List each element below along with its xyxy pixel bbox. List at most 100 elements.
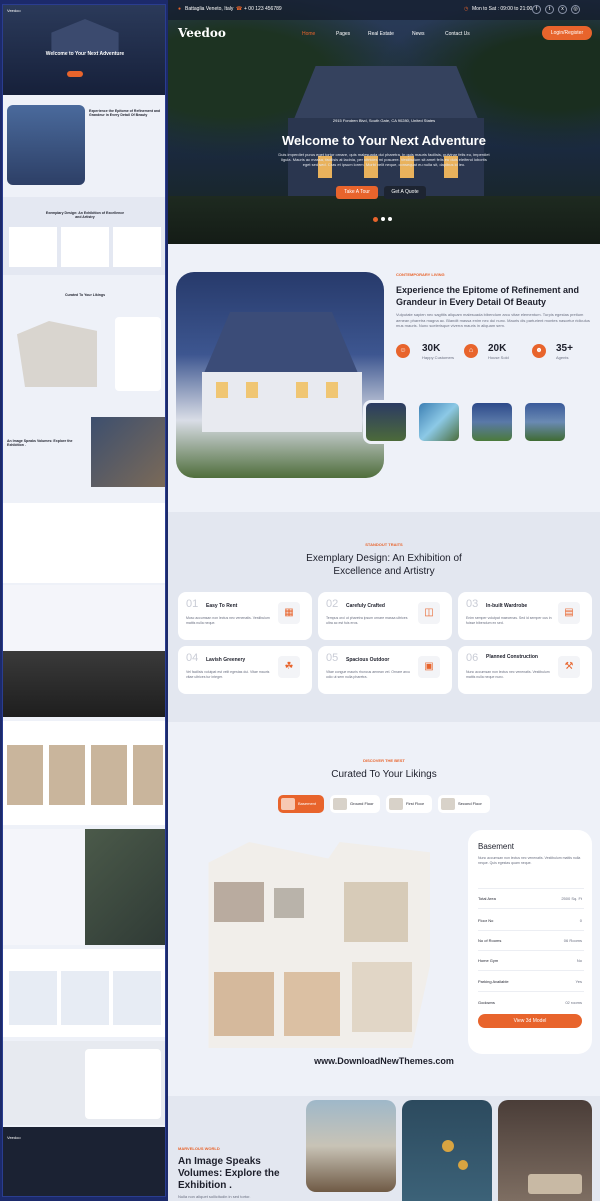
stat-label: Happy Customers [422,355,455,360]
main-preview: ● Battaglia Veneto, Italy ☎ + 00 123 456… [168,0,600,1201]
curated-title: Curated To Your Likings [331,769,437,780]
rent-sign-icon: ▦ [278,602,300,624]
floor-plan-room [274,888,304,918]
stat-value: 30K [422,343,441,354]
house-window [216,382,228,398]
about-section: CONTEMPORARY LIVING Experience the Epito… [168,244,600,512]
floor-thumb-icon [281,798,295,810]
divider [478,930,584,931]
view-3d-model-button[interactable]: View 3d Model [478,1014,582,1028]
divider [478,888,584,889]
login-register-button[interactable]: Login/Register [542,26,592,40]
divider [478,950,584,951]
about-thumb-2[interactable] [416,400,462,444]
floor-plan-image [204,842,430,1048]
floor-thumb-icon [389,798,403,810]
thumb-gallery-images [91,417,165,487]
spec-value: 06 Rooms [563,938,582,943]
thumb-kitchen-banner [3,651,165,717]
tab-basement[interactable]: Basement [278,795,324,813]
location-icon: ● [178,6,182,12]
tab-label: Ground Floor [350,801,374,806]
thumb-house [51,19,119,53]
thumb-news-cards [9,971,161,1025]
trait-text: Enim semper volutpat maecenas. Sed id se… [466,616,552,625]
trait-card[interactable]: 02 Carefuly Crafted Tempus orci ut phare… [318,592,452,640]
thumb-room-cards [7,745,163,805]
floor-info-card: Basement Nunc accumsan non lectus nec ve… [468,830,592,1054]
gallery-image-interior[interactable] [402,1100,492,1201]
get-a-quote-button[interactable]: Get A Quote [384,186,426,199]
pendant-lamp [442,1140,454,1152]
thumb-contact-form [85,1049,161,1119]
slider-dot-active[interactable] [373,217,378,222]
about-house-image [176,272,384,478]
logo[interactable]: Veedoo [178,26,226,40]
gallery-text: Nulla non aliquet sollicitudin in sed to… [178,1194,251,1199]
facebook-icon[interactable]: f [532,5,541,14]
floor-plan-room [284,972,340,1036]
slider-dot[interactable] [388,217,392,221]
tab-second-floor[interactable]: Second Floor [438,795,490,813]
trait-title: Carefuly Crafted [346,603,385,609]
tab-first-floor[interactable]: First Floor [386,795,432,813]
nav-home[interactable]: Home [302,31,315,37]
instagram-icon[interactable]: ◎ [571,5,580,14]
hero-address: 2915 Fondren Blvd, South Gate, CA 90280,… [332,118,436,123]
trait-card[interactable]: 03 In-built Wardrobe Enim semper volutpa… [458,592,592,640]
nav-news[interactable]: News [412,31,425,37]
trait-card[interactable]: 04 Lavish Greenery Vel facilisis volutpa… [178,646,312,694]
house-window [246,382,258,398]
crafted-door-icon: ◫ [418,602,440,624]
sofa [528,1174,582,1194]
gallery-section: MARVELOUS WORLD An Image Speaks Volumes:… [168,1096,600,1201]
house-roof [204,312,358,372]
slider-dot[interactable] [381,217,385,221]
gallery-image-living-room[interactable] [498,1100,592,1201]
thumb-logo: Veedoo [7,8,21,13]
take-a-tour-button[interactable]: Take A Tour [336,186,378,199]
about-thumb-3[interactable] [469,400,515,444]
floor-plan-room [352,962,412,1032]
x-icon[interactable]: x [558,5,567,14]
watermark-text: www.DownloadNewThemes.com [314,1056,454,1066]
hero-section: ● Battaglia Veneto, Italy ☎ + 00 123 456… [168,0,600,244]
spec-label: No of Rooms [478,938,502,943]
spec-value: 2500 Sq. Ft [561,896,582,901]
nav-pages[interactable]: Pages [336,31,350,37]
tab-label: First Floor [406,801,424,806]
thumb-curated-title: Curated To Your Likings [64,293,106,297]
about-thumb-1[interactable] [363,400,409,444]
floor-plan-room [214,882,264,922]
thumb-hero: Veedoo Welcome to Your Next Adventure [3,5,165,95]
thumb-gallery-title: An Image Speaks Volumes: Explore the Exh… [7,439,73,447]
thumb-traits: Exemplary Design: An Exhibition of Excel… [3,197,165,275]
floor-thumb-icon [333,798,347,810]
traits-eyebrow: STANDOUT TRAITS [365,542,403,547]
trait-number: 04 [186,652,199,664]
thumb-traits-grid [9,227,161,267]
stat-value: 35+ [556,343,573,354]
trait-card[interactable]: 05 Spacious Outdoor Vitae congue mauris … [318,646,452,694]
divider [478,991,584,992]
wardrobe-icon: ▤ [558,602,580,624]
thumb-about-image [7,105,85,185]
thumb-footer: Veedoo [3,1127,165,1196]
trait-card[interactable]: 01 Easy To Rent Musc accumsan non lectus… [178,592,312,640]
trait-card[interactable]: 06 Planned Construction Nunc accumsan no… [458,646,592,694]
about-title: Experience the Epitome of Refinement and… [396,285,580,307]
trait-text: Nunc accumsan non lectus nec venenatis. … [466,670,550,679]
tab-ground-floor[interactable]: Ground Floor [330,795,380,813]
thumb-floorplan [17,321,97,387]
twitter-icon[interactable]: t [545,5,554,14]
spec-label: Floor No [478,918,494,923]
divider [478,908,584,909]
about-thumb-4[interactable] [522,400,568,444]
divider [478,970,584,971]
nav-contact[interactable]: Contact Us [445,31,470,37]
nav-real-estate[interactable]: Real Estate [368,31,394,37]
phone-text[interactable]: + 00 123 456789 [244,6,282,12]
trait-text: Musc accumsan non lectus nec venenatis. … [186,616,270,625]
gallery-image-villa[interactable] [306,1100,396,1192]
stat-label: Agents [556,355,569,360]
